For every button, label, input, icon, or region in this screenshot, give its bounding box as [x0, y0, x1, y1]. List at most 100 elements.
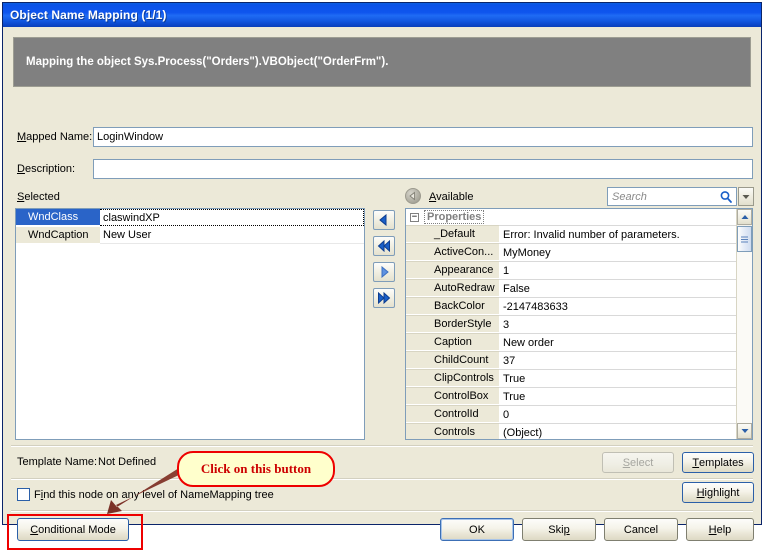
property-value: True [499, 387, 736, 405]
magnifier-icon[interactable] [718, 188, 734, 205]
property-name: ClipControls [406, 369, 499, 387]
property-value: -2147483633 [499, 297, 736, 315]
chevron-down-icon [742, 194, 750, 200]
templates-button[interactable]: Templates [682, 452, 754, 473]
scrollbar-thumb[interactable] [737, 226, 752, 252]
mapping-banner: Mapping the object Sys.Process("Orders")… [13, 37, 751, 87]
selected-row-value[interactable]: claswindXP [100, 209, 364, 226]
find-node-checkbox-row[interactable]: Find this node on any level of NameMappi… [17, 488, 274, 501]
property-name: BackColor [406, 297, 499, 315]
table-row[interactable]: WndClass claswindXP [16, 209, 364, 227]
property-value: False [499, 279, 736, 297]
available-grid-rows: − Properties _DefaultError: Invalid numb… [406, 209, 736, 439]
move-all-right-button[interactable] [373, 288, 395, 308]
annotation-callout: Click on this button [177, 451, 335, 487]
collapse-expander-icon[interactable]: − [410, 213, 419, 222]
table-row[interactable]: WndCaption New User [16, 227, 364, 245]
mapped-name-value: LoginWindow [97, 131, 163, 143]
grip-lines-icon [740, 235, 749, 244]
window-title: Object Name Mapping (1/1) [10, 8, 167, 22]
table-row[interactable]: Controls(Object) [406, 423, 736, 439]
transfer-button-column [373, 210, 397, 308]
select-button[interactable]: Select [602, 452, 674, 473]
annotation-highlight-box [7, 514, 143, 550]
table-row[interactable]: ChildCount37 [406, 351, 736, 369]
property-name: Controls [406, 423, 499, 439]
back-chevron-icon [408, 191, 418, 201]
move-right-button[interactable] [373, 262, 395, 282]
available-panel-label: Available [429, 191, 473, 203]
find-node-checkbox[interactable] [17, 488, 30, 501]
scroll-up-button[interactable] [737, 209, 752, 225]
selected-panel-label: Selected [17, 191, 60, 203]
selected-row-value[interactable]: New User [100, 227, 364, 244]
separator-middle [11, 478, 753, 480]
description-label: Description: [17, 163, 93, 175]
table-row[interactable]: ControlBoxTrue [406, 387, 736, 405]
selected-properties-list[interactable]: WndClass claswindXP WndCaption New User [15, 208, 365, 440]
back-arrow-icon[interactable] [405, 188, 421, 204]
ok-button[interactable]: OK [440, 518, 514, 541]
find-node-checkbox-label: Find this node on any level of NameMappi… [34, 489, 274, 501]
property-value: 3 [499, 315, 736, 333]
move-left-button[interactable] [373, 210, 395, 230]
property-name: _Default [406, 225, 499, 243]
table-row[interactable]: ClipControlsTrue [406, 369, 736, 387]
mapped-name-input[interactable]: LoginWindow [93, 127, 753, 147]
left-arrow-icon [377, 214, 391, 226]
window-titlebar: Object Name Mapping (1/1) [3, 3, 761, 27]
table-row[interactable]: BorderStyle3 [406, 315, 736, 333]
property-name: Appearance [406, 261, 499, 279]
property-name: ControlId [406, 405, 499, 423]
description-row: Description: [17, 159, 753, 179]
property-name: ChildCount [406, 351, 499, 369]
object-name-mapping-dialog: Object Name Mapping (1/1) Mapping the ob… [2, 2, 762, 525]
skip-button[interactable]: Skip [522, 518, 596, 541]
mapped-name-row: Mapped Name: LoginWindow [17, 127, 753, 147]
selected-row-name: WndCaption [16, 227, 100, 244]
search-glass-icon [719, 190, 733, 204]
property-name: AutoRedraw [406, 279, 499, 297]
cancel-button[interactable]: Cancel [604, 518, 678, 541]
highlight-button[interactable]: Highlight [682, 482, 754, 503]
property-name: Caption [406, 333, 499, 351]
property-value: MyMoney [499, 243, 736, 261]
properties-group-row[interactable]: − Properties [406, 209, 736, 225]
annotation-callout-text: Click on this button [201, 461, 311, 477]
property-value: 1 [499, 261, 736, 279]
available-grid-scrollbar[interactable] [736, 209, 752, 439]
table-row[interactable]: CaptionNew order [406, 333, 736, 351]
search-dropdown-button[interactable] [738, 187, 754, 206]
property-value: True [499, 369, 736, 387]
search-placeholder: Search [612, 191, 647, 203]
property-name: ControlBox [406, 387, 499, 405]
double-left-arrow-icon [376, 240, 392, 252]
description-input[interactable] [93, 159, 753, 179]
selected-row-name: WndClass [16, 209, 100, 226]
property-value: Error: Invalid number of parameters. [499, 225, 736, 243]
mapping-banner-text: Mapping the object Sys.Process("Orders")… [26, 56, 388, 68]
separator-top [11, 445, 753, 447]
chevron-up-icon [741, 214, 749, 220]
mapped-name-label: Mapped Name: [17, 131, 93, 143]
move-all-left-button[interactable] [373, 236, 395, 256]
help-button[interactable]: Help [686, 518, 754, 541]
dialog-client-area: Mapping the object Sys.Process("Orders")… [3, 27, 761, 524]
available-properties-grid[interactable]: − Properties _DefaultError: Invalid numb… [405, 208, 753, 440]
chevron-down-icon [741, 428, 749, 434]
property-name: BorderStyle [406, 315, 499, 333]
scroll-down-button[interactable] [737, 423, 752, 439]
table-row[interactable]: AutoRedrawFalse [406, 279, 736, 297]
scrollbar-track[interactable] [737, 252, 752, 423]
property-value: (Object) [499, 423, 736, 439]
separator-bottom [11, 510, 753, 512]
template-name-label: Template Name: [17, 456, 97, 468]
table-row[interactable]: ControlId0 [406, 405, 736, 423]
table-row[interactable]: _DefaultError: Invalid number of paramet… [406, 225, 736, 243]
properties-group-label: Properties [424, 210, 484, 224]
double-right-arrow-icon [376, 292, 392, 304]
table-row[interactable]: ActiveCon...MyMoney [406, 243, 736, 261]
right-arrow-icon [377, 266, 391, 278]
table-row[interactable]: BackColor-2147483633 [406, 297, 736, 315]
table-row[interactable]: Appearance1 [406, 261, 736, 279]
